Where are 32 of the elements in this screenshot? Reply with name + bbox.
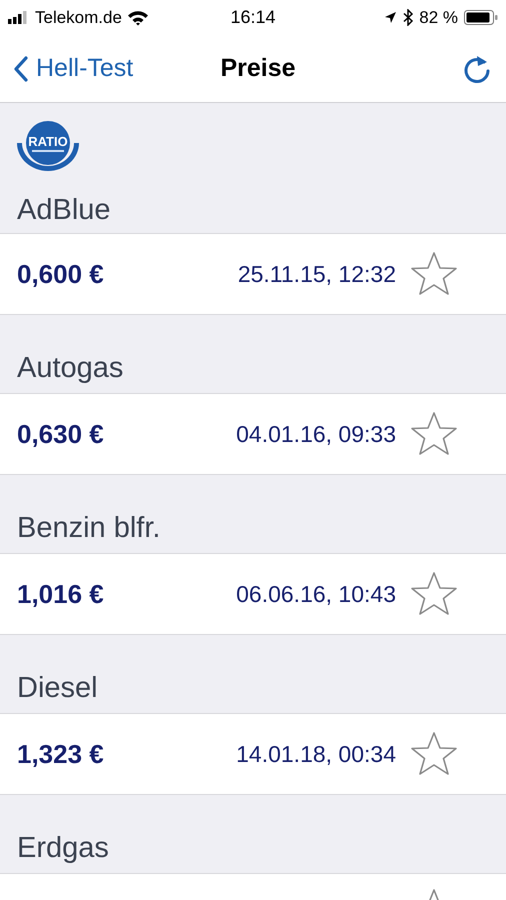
category-heading: Diesel (17, 672, 98, 705)
battery-percent: 82 % (419, 8, 458, 28)
battery-icon (464, 10, 498, 25)
price: 0,630 € (17, 418, 104, 450)
category-heading: Erdgas (17, 832, 109, 865)
logo: RATIO (16, 119, 80, 173)
date-time: 06.06.16, 10:43 (236, 580, 396, 608)
location-icon (384, 11, 398, 24)
date-time: 14.01.18, 00:34 (236, 740, 396, 768)
chevron-left-icon (14, 56, 28, 82)
price-row[interactable]: 1,016 € 06.06.16, 10:43 (0, 553, 506, 635)
price-row[interactable]: 0,630 € 04.01.16, 09:33 (0, 393, 506, 475)
price: 1,016 € (17, 578, 104, 610)
category-heading: Autogas (17, 352, 124, 385)
carrier-name: Telekom.de (35, 8, 122, 28)
star-icon[interactable] (410, 411, 458, 457)
star-icon[interactable] (410, 731, 458, 777)
category-heading: AdBlue (17, 194, 111, 227)
wifi-icon (126, 10, 149, 26)
bluetooth-icon (403, 9, 414, 26)
date-time: 25.11.15, 12:32 (238, 260, 396, 288)
price: 1,323 € (17, 738, 104, 770)
price-row[interactable]: 1,323 € 14.01.18, 00:34 (0, 713, 506, 795)
screen-title: Preise (220, 54, 296, 83)
price: 0,600 € (17, 258, 104, 290)
clock-time: 16:14 (230, 7, 276, 28)
star-icon[interactable] (410, 571, 458, 617)
date-time: 04.01.16, 09:33 (236, 420, 396, 448)
star-icon[interactable] (410, 251, 458, 297)
category-heading: Benzin blfr. (17, 512, 160, 545)
back-button[interactable]: Hell-Test (14, 54, 134, 83)
price-row[interactable]: 0,600 € 25.11.15, 12:32 (0, 233, 506, 315)
